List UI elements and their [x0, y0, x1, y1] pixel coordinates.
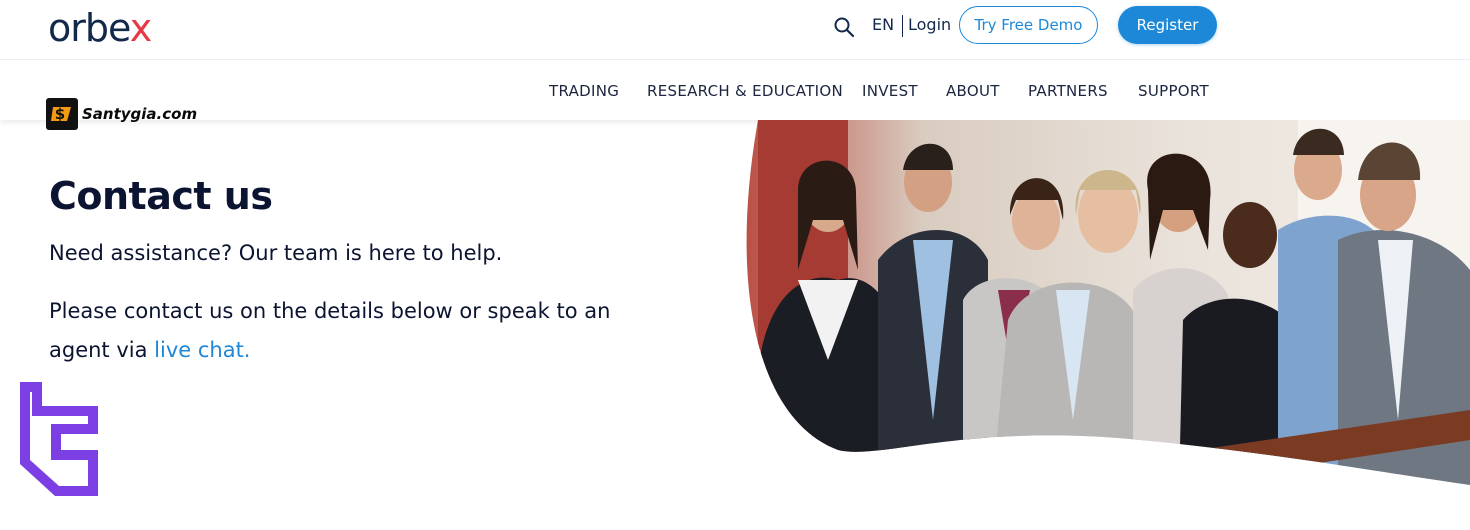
logo-text: orbe	[48, 6, 131, 50]
page: orbex EN Login Try Free Demo Register TR…	[0, 0, 1470, 530]
hero-description-text: Please contact us on the details below o…	[49, 299, 611, 362]
nav-item-research-education[interactable]: RESEARCH & EDUCATION	[647, 82, 843, 100]
login-link[interactable]: Login	[908, 15, 951, 35]
nav-item-partners[interactable]: PARTNERS	[1028, 82, 1108, 100]
live-chat-link[interactable]: live chat.	[154, 338, 250, 362]
team-photo	[746, 120, 1470, 485]
nav-item-invest[interactable]: INVEST	[862, 82, 918, 100]
nav-item-support[interactable]: SUPPORT	[1138, 82, 1209, 100]
language-selector[interactable]: EN	[872, 15, 894, 35]
search-icon[interactable]	[832, 15, 856, 39]
dollar-icon: $	[46, 98, 78, 130]
watermark: $ Santygia.com	[46, 98, 197, 130]
try-free-demo-button[interactable]: Try Free Demo	[959, 6, 1098, 44]
page-title: Contact us	[49, 174, 273, 218]
divider	[902, 15, 903, 37]
top-bar: orbex EN Login Try Free Demo Register	[0, 0, 1470, 60]
main-nav: TRADING RESEARCH & EDUCATION INVEST ABOU…	[0, 60, 1470, 120]
logo-x: x	[129, 6, 152, 50]
brand-mark-icon	[20, 382, 98, 496]
nav-item-about[interactable]: ABOUT	[946, 82, 1000, 100]
hero-description: Please contact us on the details below o…	[49, 292, 649, 370]
watermark-text: Santygia.com	[82, 105, 198, 123]
orbex-logo[interactable]: orbex	[48, 6, 152, 50]
hero-subtitle: Need assistance? Our team is here to hel…	[49, 241, 503, 265]
register-button[interactable]: Register	[1118, 6, 1217, 44]
nav-item-trading[interactable]: TRADING	[549, 82, 619, 100]
svg-text:$: $	[55, 105, 65, 123]
